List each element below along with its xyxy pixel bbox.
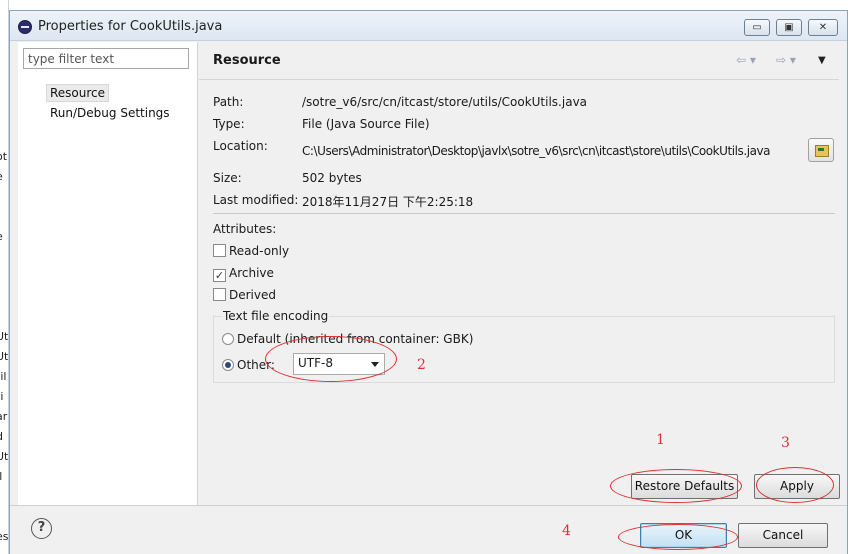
default-encoding-radio-row[interactable]: Default (inherited from container: GBK) bbox=[222, 332, 473, 346]
maximize-button[interactable]: ▣ bbox=[776, 19, 802, 36]
derived-label: Derived bbox=[229, 288, 276, 302]
other-encoding-radio-row[interactable]: Other: bbox=[222, 358, 275, 372]
behind-text: es bbox=[0, 530, 9, 543]
behind-text: Il bbox=[0, 470, 2, 483]
tree-item-resource[interactable]: Resource bbox=[46, 84, 110, 102]
behind-text: ar bbox=[0, 410, 8, 423]
resource-page: Resource ⇦ ▾ ⇨ ▾ ▼ Path: /sotre_v6/src/c… bbox=[199, 42, 840, 505]
forward-nav-icon[interactable]: ⇨ ▾ bbox=[776, 53, 796, 67]
view-menu-icon[interactable]: ▼ bbox=[818, 55, 826, 66]
default-encoding-label: Default (inherited from container: GBK) bbox=[237, 332, 474, 346]
location-value: C:\Users\Administrator\Desktop\javlx\sot… bbox=[302, 144, 771, 158]
preference-tree: Resource Run/Debug Settings bbox=[18, 42, 198, 505]
behind-text: Ut bbox=[0, 350, 9, 363]
last-modified-label: Last modified: bbox=[213, 193, 299, 207]
archive-checkbox[interactable]: ✓ bbox=[213, 269, 226, 282]
separator bbox=[213, 213, 835, 214]
last-modified-value: 2018年11月27日 下午2:25:18 bbox=[302, 195, 474, 209]
default-encoding-radio[interactable] bbox=[222, 333, 234, 345]
archive-checkbox-row[interactable]: ✓ Archive bbox=[213, 266, 274, 282]
back-nav-icon[interactable]: ⇦ ▾ bbox=[736, 53, 756, 67]
encoding-group-title: Text file encoding bbox=[222, 309, 330, 323]
path-label: Path: bbox=[213, 95, 244, 109]
encoding-combo-value: UTF-8 bbox=[298, 356, 333, 370]
behind-text: ot bbox=[0, 150, 8, 163]
behind-text: ti bbox=[0, 390, 4, 403]
restore-defaults-button[interactable]: Restore Defaults bbox=[631, 474, 738, 499]
apply-button[interactable]: Apply bbox=[754, 474, 840, 499]
filter-input[interactable] bbox=[23, 48, 189, 69]
behind-text: d bbox=[0, 430, 3, 443]
type-label: Type: bbox=[213, 117, 245, 131]
tree-item-run-debug-settings[interactable]: Run/Debug Settings bbox=[47, 105, 173, 121]
chevron-down-icon bbox=[371, 362, 379, 367]
help-icon[interactable]: ? bbox=[31, 518, 52, 539]
other-encoding-label: Other: bbox=[237, 358, 275, 372]
path-value: /sotre_v6/src/cn/itcast/store/utils/Cook… bbox=[302, 95, 588, 109]
annotation-number-4: 4 bbox=[562, 523, 571, 539]
derived-checkbox[interactable] bbox=[213, 288, 226, 301]
archive-label: Archive bbox=[229, 266, 274, 280]
size-label: Size: bbox=[213, 171, 242, 185]
read-only-checkbox[interactable] bbox=[213, 244, 226, 257]
open-location-button[interactable] bbox=[808, 138, 834, 162]
close-button[interactable]: ✕ bbox=[808, 19, 838, 36]
annotation-number-3: 3 bbox=[781, 435, 790, 451]
behind-text: Ut bbox=[0, 330, 9, 343]
ok-button[interactable]: OK bbox=[640, 523, 727, 548]
annotation-number-2: 2 bbox=[417, 357, 426, 373]
behind-text: e bbox=[0, 230, 3, 243]
page-header: Resource ⇦ ▾ ⇨ ▾ ▼ bbox=[199, 42, 839, 80]
attributes-label: Attributes: bbox=[213, 222, 277, 236]
read-only-checkbox-row[interactable]: Read-only bbox=[213, 244, 289, 258]
window-title: Properties for CookUtils.java bbox=[38, 19, 223, 34]
dialog-footer: ? OK Cancel bbox=[10, 505, 847, 554]
page-title: Resource bbox=[213, 53, 281, 68]
derived-checkbox-row[interactable]: Derived bbox=[213, 288, 276, 302]
background-ide-sliver: ot e e Ut Ut til ti ar d Ut Il es bbox=[0, 0, 9, 554]
title-bar[interactable]: Properties for CookUtils.java ▭ ▣ ✕ bbox=[10, 11, 847, 41]
eclipse-logo-icon bbox=[18, 20, 32, 34]
behind-text: til bbox=[0, 370, 7, 383]
encoding-combo[interactable]: UTF-8 bbox=[293, 353, 385, 375]
cancel-button[interactable]: Cancel bbox=[738, 523, 828, 548]
read-only-label: Read-only bbox=[229, 244, 290, 258]
properties-dialog: Properties for CookUtils.java ▭ ▣ ✕ Reso… bbox=[9, 10, 848, 554]
annotation-number-1: 1 bbox=[656, 432, 665, 448]
behind-text: Ut bbox=[0, 450, 9, 463]
minimize-button[interactable]: ▭ bbox=[744, 19, 770, 36]
other-encoding-radio[interactable] bbox=[222, 359, 234, 371]
type-value: File (Java Source File) bbox=[302, 117, 430, 131]
behind-text: e bbox=[0, 170, 3, 183]
size-value: 502 bytes bbox=[302, 171, 362, 185]
location-label: Location: bbox=[213, 139, 268, 153]
